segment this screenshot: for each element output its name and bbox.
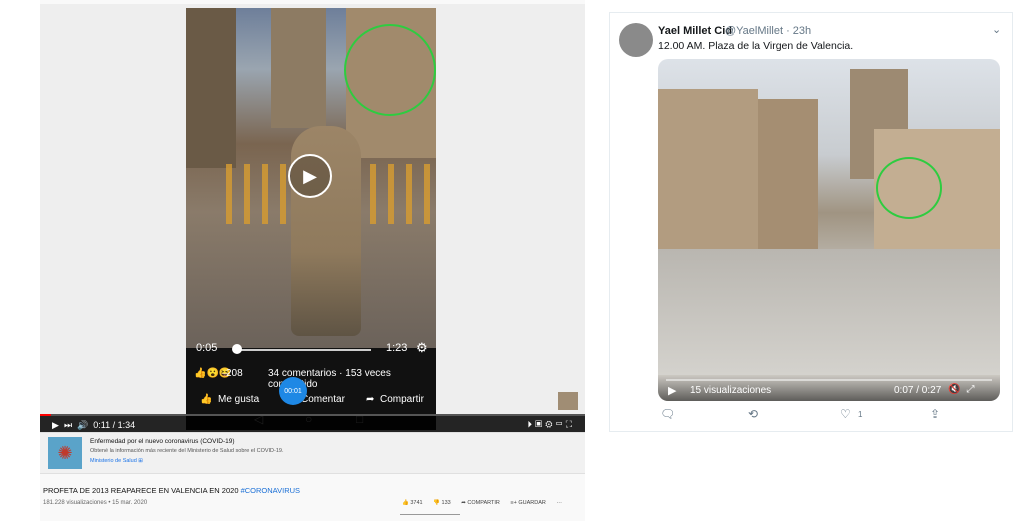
tweet-author-handle[interactable]: @YaelMillet · 23h [725, 25, 811, 37]
retweet-icon[interactable]: ⟲ [748, 407, 758, 421]
youtube-progress-bar[interactable] [40, 414, 585, 416]
view-count: 15 visualizaciones [690, 385, 772, 396]
share-icon: ➦ [366, 394, 375, 405]
bell-tower [271, 8, 326, 128]
video-title: PROFETA DE 2013 REAPARECE EN VALENCIA EN… [43, 486, 300, 495]
like-count: 1 [858, 410, 863, 419]
subtitles-icon[interactable]: ▣ [535, 419, 545, 429]
chevron-down-icon[interactable]: ⌄ [992, 23, 1001, 36]
cathedral-facade [658, 89, 758, 259]
facebook-reactions-row: 👍😮😆 208 34 comentarios · 153 veces compa… [186, 364, 436, 390]
info-card-title: Enfermedad por el nuevo coronavirus (COV… [90, 438, 235, 445]
tweet-action-bar: 🗨 ⟲ ♡ 1 ⇪ [658, 407, 1000, 425]
seek-bar[interactable] [236, 349, 371, 351]
video-time: 0:07 / 0:27 [894, 385, 942, 396]
cathedral-left-wall [186, 8, 236, 168]
miniplayer-icon[interactable]: ▭ [555, 419, 565, 429]
youtube-controls-bar: ▶ ⏭ 🔊 0:11 / 1:34 ⏵▣⚙▭⛶ [40, 414, 585, 434]
like-ratio-bar [400, 514, 460, 515]
facebook-video-embed[interactable]: ▶ 0:05 1:23 ⚙ 👍😮😆 208 34 comentarios · 1… [186, 8, 436, 430]
touch-time-bubble: 00:01 [279, 377, 307, 405]
avatar[interactable] [619, 23, 653, 57]
autoplay-icon[interactable]: ⏵ [527, 419, 535, 429]
youtube-page: ▶ 0:05 1:23 ⚙ 👍😮😆 208 34 comentarios · 1… [40, 0, 585, 521]
seek-knob[interactable] [232, 344, 242, 354]
reaction-count: 208 [226, 368, 243, 379]
highlight-circle-balcony [344, 24, 436, 116]
youtube-right-controls: ⏵▣⚙▭⛶ [527, 419, 575, 430]
video-icons: 🔇⤢ [948, 384, 980, 395]
info-card-source-link[interactable]: Ministerio de Salud ⊞ [90, 458, 143, 464]
mute-icon[interactable]: 🔇 [948, 384, 966, 395]
like-button[interactable]: Me gusta [218, 394, 259, 405]
youtube-time-display: 0:11 / 1:34 [93, 420, 136, 430]
facebook-video-controls: 0:05 1:23 ⚙ [186, 338, 436, 362]
settings-icon[interactable]: ⚙ [545, 419, 555, 429]
youtube-left-controls: ▶ ⏭ 🔊 0:11 / 1:34 [52, 420, 135, 431]
video-meta: 181.228 visualizaciones • 15 mar. 2020 [43, 500, 148, 506]
fullscreen-icon[interactable]: ⤢ [966, 384, 980, 395]
video-title-text: PROFETA DE 2013 REAPARECE EN VALENCIA EN… [43, 486, 239, 495]
dislike-button[interactable]: 👎 133 [433, 500, 451, 506]
tweet-card[interactable]: Yael Millet Cid @YaelMillet · 23h ⌄ 12.0… [609, 12, 1013, 432]
like-button[interactable]: 👍 3741 [402, 500, 423, 506]
tweet-author-name[interactable]: Yael Millet Cid [658, 25, 732, 37]
duration-time: 1:23 [386, 342, 408, 354]
channel-watermark[interactable] [558, 392, 578, 410]
gear-icon[interactable]: ⚙ [416, 340, 428, 356]
more-options-icon[interactable]: ··· [556, 500, 562, 506]
share-button[interactable]: Compartir [380, 394, 424, 405]
highlight-circle-balcony [876, 157, 942, 219]
fullscreen-icon[interactable]: ⛶ [566, 419, 575, 429]
info-card-description: Obtené la información más reciente del M… [90, 448, 284, 454]
covid-info-card[interactable]: ✺ Enfermedad por el nuevo coronavirus (C… [40, 432, 585, 474]
comment-button[interactable]: Comentar [301, 394, 345, 405]
play-icon[interactable]: ▶ [288, 154, 332, 198]
hashtag-link[interactable]: #CORONAVIRUS [241, 486, 300, 495]
elapsed-time: 0:05 [196, 342, 218, 354]
share-button[interactable]: ➦ COMPARTIR [461, 500, 500, 506]
cathedral-portal [758, 99, 818, 249]
facebook-action-row: 👍 Me gusta Comentar ➦ Compartir [186, 390, 436, 410]
share-icon[interactable]: ⇪ [930, 407, 940, 421]
tweet-video[interactable]: ▶ 15 visualizaciones 0:07 / 0:27 🔇⤢ [658, 59, 1000, 401]
play-icon[interactable]: ▶ [52, 420, 59, 430]
tweet-text: 12.00 AM. Plaza de la Virgen de Valencia… [658, 40, 854, 52]
plaza-pavement [658, 249, 1000, 375]
like-icon: 👍 [200, 394, 213, 405]
youtube-player[interactable]: ▶ 0:05 1:23 ⚙ 👍😮😆 208 34 comentarios · 1… [40, 4, 585, 434]
volume-icon[interactable]: 🔊 [77, 420, 88, 430]
video-actions: 👍 3741 👎 133 ➦ COMPARTIR ≡+ GUARDAR ··· [402, 500, 571, 506]
youtube-progress-fill [40, 414, 51, 416]
tweet-video-controls: ▶ 15 visualizaciones 0:07 / 0:27 🔇⤢ [658, 375, 1000, 401]
like-icon[interactable]: ♡ [840, 407, 851, 421]
play-icon[interactable]: ▶ [668, 384, 676, 397]
reply-icon[interactable]: 🗨 [660, 407, 675, 421]
tweet-video-progress[interactable] [666, 379, 992, 381]
save-button[interactable]: ≡+ GUARDAR [510, 500, 545, 506]
next-icon[interactable]: ⏭ [64, 420, 72, 430]
virus-icon: ✺ [48, 437, 82, 469]
